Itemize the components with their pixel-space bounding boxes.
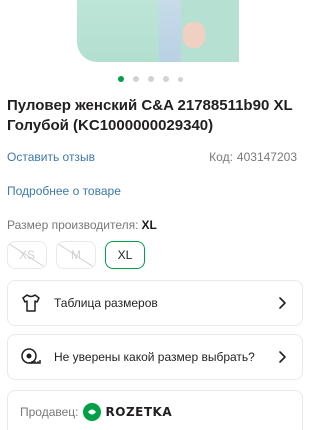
size-help-label: Не уверены какой размер выбрать? bbox=[54, 349, 255, 364]
chevron-right-icon bbox=[278, 296, 288, 310]
gallery-pagination bbox=[118, 76, 183, 82]
size-table-label: Таблица размеров bbox=[54, 295, 158, 310]
leave-review-link[interactable]: Оставить отзыв bbox=[7, 150, 95, 164]
gallery-dot[interactable] bbox=[133, 76, 139, 82]
size-label: Размер производителя: XL bbox=[7, 218, 157, 232]
rozetka-logo-icon bbox=[82, 402, 101, 421]
gallery-dot[interactable] bbox=[163, 76, 169, 82]
product-code-label: Код: bbox=[209, 150, 233, 164]
seller-name: ROZETKA bbox=[105, 404, 173, 419]
product-title: Пуловер женский C&A 21788511b90 XL Голуб… bbox=[7, 97, 293, 134]
product-details-link[interactable]: Подробнее о товаре bbox=[7, 184, 121, 198]
size-option-m[interactable]: M bbox=[56, 241, 96, 269]
product-photo[interactable] bbox=[71, 0, 239, 62]
chevron-right-icon bbox=[278, 350, 288, 364]
product-code-value: 403147203 bbox=[236, 150, 297, 164]
size-table-button[interactable]: Таблица размеров bbox=[7, 280, 303, 326]
measuring-tape-icon bbox=[20, 346, 42, 368]
product-code: Код: 403147203 bbox=[209, 150, 297, 164]
selected-size: XL bbox=[141, 218, 157, 232]
seller-info: Продавец: ROZETKA bbox=[7, 390, 303, 430]
size-help-button[interactable]: Не уверены какой размер выбрать? bbox=[7, 334, 303, 380]
gallery-dot[interactable] bbox=[148, 76, 154, 82]
size-option-xs[interactable]: XS bbox=[7, 241, 47, 269]
seller-label: Продавец: bbox=[20, 404, 79, 419]
gallery-dot[interactable] bbox=[118, 76, 124, 82]
size-label-text: Размер производителя: bbox=[7, 218, 139, 232]
size-option-xl[interactable]: XL bbox=[105, 241, 145, 269]
tshirt-icon bbox=[20, 292, 42, 314]
gallery-dot[interactable] bbox=[178, 76, 183, 82]
size-options: XS M XL bbox=[7, 241, 145, 269]
product-image-hand bbox=[183, 22, 205, 48]
seller-logo[interactable]: ROZETKA bbox=[82, 402, 173, 421]
